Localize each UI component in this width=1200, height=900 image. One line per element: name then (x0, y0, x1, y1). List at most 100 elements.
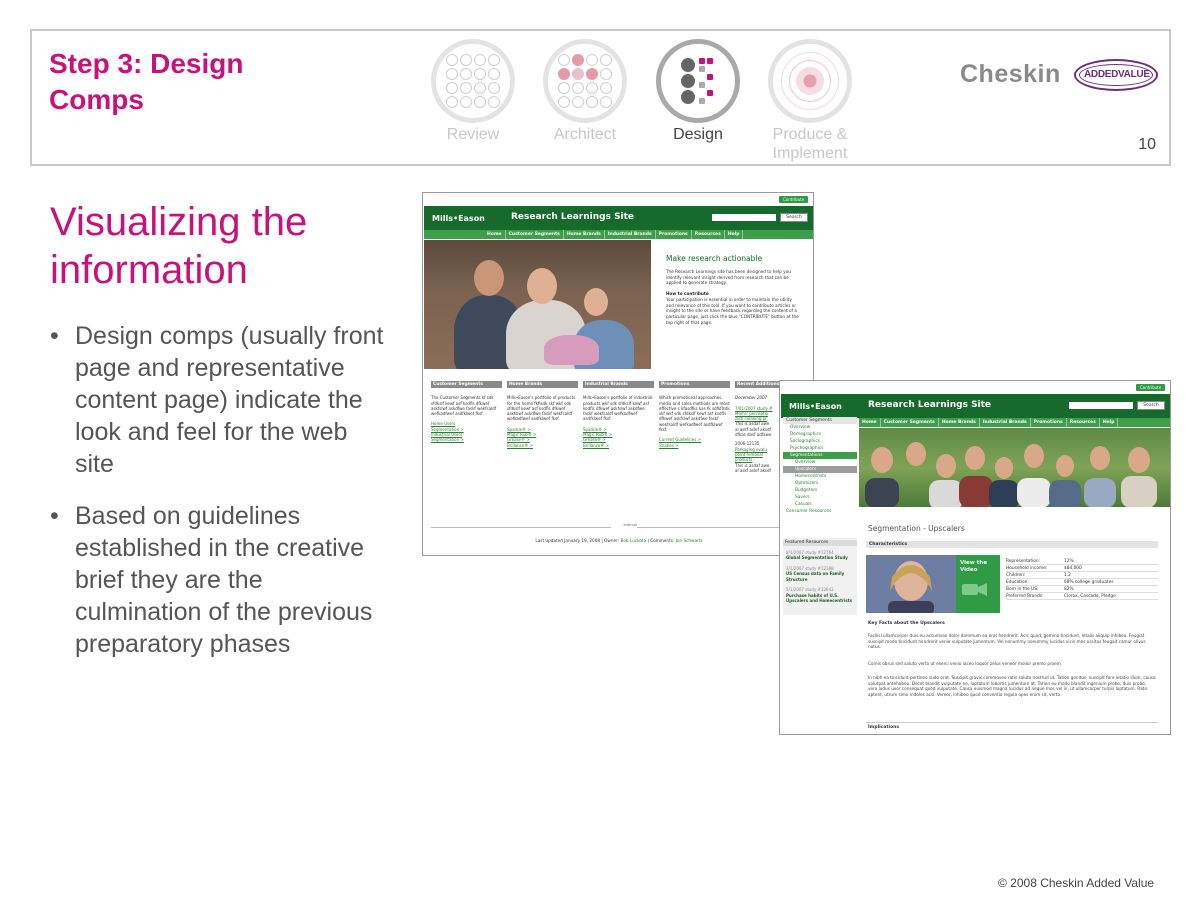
left-nav-item[interactable]: Sociographics (783, 438, 857, 445)
intro-text: The Research Learnings site has been des… (666, 269, 791, 286)
nav-home[interactable]: Home (484, 230, 506, 239)
bullet-item: • Design comps (usually front page and re… (50, 322, 384, 478)
nav-home-brands[interactable]: Home Brands (564, 230, 605, 239)
site-title: Research Learnings Site (511, 212, 635, 222)
featured-link[interactable]: Global Segmentation Study (786, 555, 854, 561)
page-footer: Internal Last updated January 19, 2008 |… (431, 523, 807, 543)
intro-panel: Make research actionable The Research Le… (666, 254, 801, 325)
left-nav-subitem[interactable]: Homecentrists (783, 473, 857, 480)
nav-help[interactable]: Help (725, 230, 744, 239)
phase-label: Architect (553, 126, 617, 143)
body-paragraph: Comis obrus sed saluto verto ut exerci v… (868, 661, 1063, 666)
phase-review: Review (413, 39, 533, 144)
featured-link[interactable]: US Census data on Family Structure (786, 571, 854, 582)
internal-logo: Internal (611, 523, 637, 531)
search-input[interactable] (1069, 402, 1133, 409)
step-title: Step 3: Design Comps (49, 48, 244, 115)
left-nav-head: Customer Segments (783, 417, 857, 424)
intro-heading: Make research actionable (666, 254, 763, 263)
nav-promotions[interactable]: Promotions (1031, 418, 1067, 427)
left-nav-subitem[interactable]: Overview (783, 459, 857, 466)
column-promotions: Promotions Which promotional approaches,… (659, 381, 730, 448)
stat-row: Children: 1.2 (1006, 572, 1158, 579)
home-page-comp: Contribute Mills•Eason Research Learning… (422, 192, 814, 556)
main-nav: Home Customer Segments Home Brands Indus… (859, 418, 1170, 427)
stat-row: Representation: 12% (1006, 558, 1158, 565)
column-home-brands: Home Brands Mills•Eason's portfolio of p… (507, 381, 578, 448)
mills-eason-logo: Mills•Eason (789, 402, 842, 411)
nav-help[interactable]: Help (1100, 418, 1119, 427)
nav-customer-segments[interactable]: Customer Segments (881, 418, 939, 427)
left-nav-item-selected[interactable]: Segmentations (783, 452, 857, 459)
key-facts-heading: Key Facts about the Upscalers (868, 621, 945, 626)
column-link[interactable]: Brillance® > (583, 443, 654, 448)
nav-resources[interactable]: Resources (1067, 418, 1100, 427)
search-button[interactable]: Search (780, 213, 808, 222)
view-video-button[interactable]: View the Video (956, 555, 1000, 613)
owner-link[interactable]: Bob Luckota (620, 538, 646, 543)
architect-icon (543, 39, 627, 123)
search-input[interactable] (712, 214, 776, 221)
body-paragraph: Facilisi ullamcorper duis eu accumsan do… (868, 633, 1146, 650)
bullet-list: • Design comps (usually front page and re… (50, 320, 390, 680)
characteristics-bar: Characteristics (866, 541, 1158, 548)
page-number: 10 (1138, 136, 1156, 153)
featured-head: Featured Resources (783, 540, 857, 546)
left-nav-subitem[interactable]: Budgeters (783, 487, 857, 494)
video-camera-icon (962, 583, 987, 596)
left-nav-subitem[interactable]: Casuals (783, 501, 857, 508)
column-link[interactable]: Segmentation > (431, 437, 502, 442)
stat-row: Preferred Brands: Clorox, Cascade, Pledge (1006, 593, 1158, 600)
phase-design: Design (638, 39, 758, 144)
family-photo (424, 240, 651, 369)
body-paragraph: In nibh ea tincidunt pertineo sudo erat.… (868, 675, 1156, 697)
search-button[interactable]: Search (1137, 401, 1165, 410)
nav-industrial-brands[interactable]: Industrial Brands (605, 230, 656, 239)
review-icon (431, 39, 515, 123)
left-nav-item[interactable]: Psychographics (783, 445, 857, 452)
phase-architect: Architect (525, 39, 645, 144)
contribute-button[interactable]: Contribute (1136, 384, 1166, 391)
left-nav-subitem[interactable]: Savers (783, 494, 857, 501)
design-icon (656, 39, 740, 123)
portrait-photo (866, 555, 956, 613)
nav-promotions[interactable]: Promotions (656, 230, 692, 239)
content-page-comp: Contribute Mills•Eason Research Learning… (779, 380, 1171, 735)
left-nav-item[interactable]: Consumer Resources (783, 508, 857, 515)
comments-link[interactable]: Jon Schwartz (676, 538, 703, 543)
slide-header: Step 3: Design Comps Review Architect De… (30, 29, 1171, 166)
site-header: Mills•Eason Research Learnings Site Sear… (424, 206, 813, 230)
nav-industrial-brands[interactable]: Industrial Brands (980, 418, 1031, 427)
phase-label: Review (446, 126, 500, 143)
featured-resources: Featured Resources 8/1/2007 study #12764… (783, 538, 857, 615)
nav-home-brands[interactable]: Home Brands (939, 418, 980, 427)
main-title: Visualizing the information (50, 200, 308, 292)
nav-customer-segments[interactable]: Customer Segments (506, 230, 564, 239)
copyright: © 2008 Cheskin Added Value (998, 876, 1155, 890)
stat-row: Born in the US: 82% (1006, 586, 1158, 593)
stat-row: Household income: $84,000 (1006, 565, 1158, 572)
main-nav: Home Customer Segments Home Brands Indus… (424, 230, 813, 239)
implications-heading: Implications (866, 722, 1158, 730)
left-nav-subitem[interactable]: Optimizers (783, 480, 857, 487)
phase-label: Design (673, 126, 723, 143)
phase-produce: Produce & Implement (750, 39, 870, 163)
logo-brand: Cheskin (960, 60, 1061, 88)
contribute-button[interactable]: Contribute (779, 196, 809, 203)
stats-table: Representation: 12% Household income: $84,… (1006, 558, 1158, 600)
bullet-marker: • (50, 502, 59, 530)
produce-icon (768, 39, 852, 123)
group-photo (859, 428, 1170, 507)
column-link[interactable]: Brillance® > (507, 443, 578, 448)
column-customer-segments: Customer Segments The Customer Segments … (431, 381, 502, 443)
how-to-contribute-title: How to contribute (666, 291, 709, 297)
left-nav-subitem-selected[interactable]: Upscalers (783, 466, 857, 473)
nav-home[interactable]: Home (859, 418, 881, 427)
bullet-marker: • (50, 322, 59, 350)
nav-resources[interactable]: Resources (692, 230, 725, 239)
featured-link[interactable]: Purchase habits of U.S. Upscalers and Ho… (786, 593, 854, 604)
left-nav-item[interactable]: Demographics (783, 431, 857, 438)
mills-eason-logo: Mills•Eason (432, 214, 485, 223)
column-link[interactable]: Studies > (659, 443, 730, 448)
left-nav-item[interactable]: Overview (783, 424, 857, 431)
